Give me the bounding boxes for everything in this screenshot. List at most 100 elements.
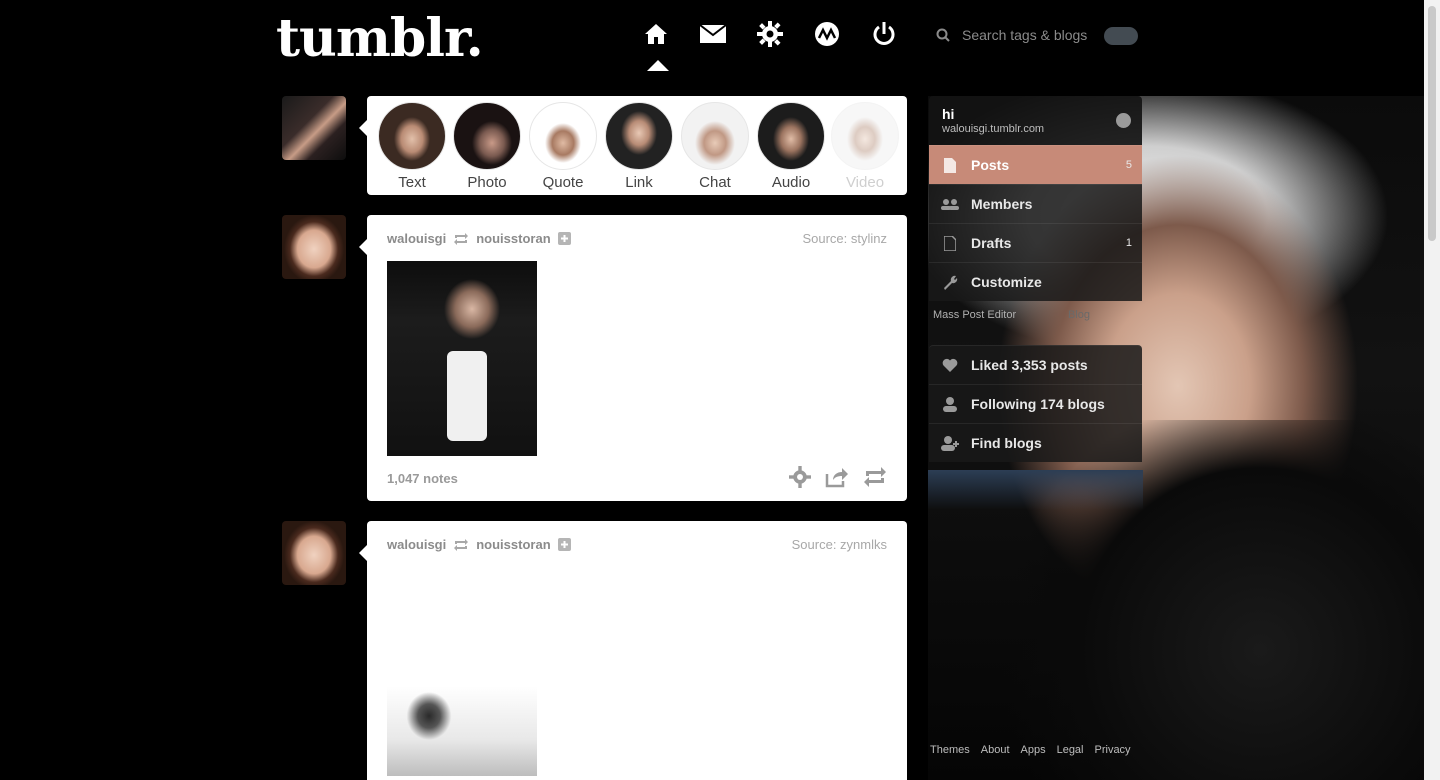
mass-post-editor-link[interactable]: Mass Post Editor [933, 309, 1016, 335]
page-scrollbar[interactable] [1424, 0, 1440, 780]
post-settings-gear-icon[interactable] [789, 466, 811, 488]
footer-link-legal[interactable]: Legal [1057, 744, 1084, 756]
post-type-label: Link [625, 174, 653, 191]
reblog-button-icon[interactable] [863, 466, 887, 488]
post-type-label: Photo [467, 174, 507, 191]
footer-link-privacy[interactable]: Privacy [1095, 744, 1131, 756]
post-type-photo[interactable]: Photo [453, 102, 521, 191]
avatar [529, 102, 597, 170]
search-toggle[interactable] [1104, 27, 1138, 45]
sidebar-item-label: Customize [971, 274, 1042, 290]
radar-icon[interactable] [811, 18, 843, 50]
top-nav [640, 18, 900, 50]
wrench-icon [941, 273, 959, 291]
user-avatar[interactable] [282, 96, 346, 160]
avatar [453, 102, 521, 170]
post-type-chat[interactable]: Chat [681, 102, 749, 191]
post-type-quote[interactable]: Quote [529, 102, 597, 191]
follow-plus-icon[interactable] [557, 232, 571, 245]
search-input[interactable] [960, 26, 1104, 44]
post-type-text[interactable]: Text [378, 102, 446, 191]
footer-link-themes[interactable]: Themes [930, 744, 970, 756]
bubble-arrow [359, 120, 367, 136]
post-type-label: Quote [542, 174, 584, 191]
post-author-avatar[interactable] [282, 215, 346, 279]
document-icon [941, 234, 959, 252]
sidebar-item-members[interactable]: Members [929, 184, 1142, 223]
post-type-bar: Text Photo Quote Link Chat Audio Video [367, 96, 907, 195]
post-source-link[interactable]: Source: stylinz [802, 231, 887, 246]
post-type-video[interactable]: Video [831, 102, 899, 191]
avatar [605, 102, 673, 170]
dashboard-post: walouisgi nouisstoran Source: zynmlks [367, 521, 907, 780]
photo-shirt [447, 351, 487, 441]
sidebar-item-find-blogs[interactable]: Find blogs [929, 423, 1142, 462]
reblog-icon [454, 232, 469, 245]
sidebar-item-label: Find blogs [971, 435, 1042, 451]
tumblr-logo[interactable]: tumblr. [276, 8, 484, 69]
bubble-arrow [359, 545, 367, 561]
post-author-link[interactable]: walouisgi [387, 231, 446, 246]
sidebar-item-label: Drafts [971, 235, 1012, 251]
gear-icon[interactable] [754, 18, 786, 50]
reblog-icon [454, 538, 469, 551]
search-icon [936, 28, 950, 42]
sidebar-item-label: Following 174 blogs [971, 396, 1105, 412]
home-icon[interactable] [640, 18, 672, 50]
sidebar-item-customize[interactable]: Customize [929, 262, 1142, 301]
sidebar-item-drafts[interactable]: Drafts 1 [929, 223, 1142, 262]
blog-link[interactable]: Blog [1068, 309, 1090, 335]
post-actions [789, 466, 887, 488]
mail-icon[interactable] [697, 18, 729, 50]
power-icon[interactable] [868, 18, 900, 50]
members-icon [941, 195, 959, 213]
chevron-down-icon[interactable] [1116, 113, 1131, 128]
post-type-link[interactable]: Link [605, 102, 673, 191]
post-author-link[interactable]: walouisgi [387, 537, 446, 552]
nav-active-caret [647, 60, 669, 71]
post-type-audio[interactable]: Audio [757, 102, 825, 191]
search-bar [936, 26, 1104, 44]
post-notes-count[interactable]: 1,047 notes [387, 471, 458, 486]
post-header: walouisgi nouisstoran [387, 231, 571, 246]
sidebar-item-following[interactable]: Following 174 blogs [929, 384, 1142, 423]
sidebar-item-label: Members [971, 196, 1033, 212]
scrollbar-thumb[interactable] [1428, 6, 1436, 241]
person-icon [941, 395, 959, 413]
document-icon [941, 156, 959, 174]
add-person-icon [941, 434, 959, 452]
dashboard-post: walouisgi nouisstoran Source: stylinz 1,… [367, 215, 907, 501]
blog-card[interactable]: hi walouisgi.tumblr.com [929, 96, 1142, 145]
sidebar-item-label: Liked 3,353 posts [971, 357, 1088, 373]
footer-link-about[interactable]: About [981, 744, 1010, 756]
sidebar-item-likes[interactable]: Liked 3,353 posts [929, 345, 1142, 384]
blog-url[interactable]: walouisgi.tumblr.com [942, 123, 1044, 135]
sidebar-item-count: 1 [1125, 237, 1132, 249]
blog-name[interactable]: hi [942, 106, 954, 122]
post-type-label: Text [398, 174, 426, 191]
sidebar-item-posts[interactable]: Posts 5 [929, 145, 1142, 184]
footer-link-apps[interactable]: Apps [1021, 744, 1046, 756]
follow-plus-icon[interactable] [557, 538, 571, 551]
post-header: walouisgi nouisstoran [387, 537, 571, 552]
reblogged-from-link[interactable]: nouisstoran [476, 537, 550, 552]
avatar [681, 102, 749, 170]
post-photo[interactable] [387, 686, 537, 776]
sidebar-item-count: 5 [1125, 159, 1132, 171]
avatar [831, 102, 899, 170]
post-source-link[interactable]: Source: zynmlks [792, 537, 887, 552]
share-icon[interactable] [825, 466, 849, 488]
avatar [757, 102, 825, 170]
footer-links: Themes About Apps Legal Privacy [930, 744, 1131, 756]
sidebar: hi walouisgi.tumblr.com Posts 5 Members … [929, 96, 1142, 462]
post-photo[interactable] [387, 261, 537, 456]
sidebar-fade [928, 470, 1143, 510]
post-type-label: Audio [771, 174, 811, 191]
sidebar-item-label: Posts [971, 157, 1010, 173]
post-type-label: Video [845, 174, 885, 191]
reblogged-from-link[interactable]: nouisstoran [476, 231, 550, 246]
post-type-label: Chat [699, 174, 731, 191]
post-author-avatar[interactable] [282, 521, 346, 585]
sidebar-sub-links: Mass Post Editor Blog [929, 301, 1142, 335]
bubble-arrow [359, 239, 367, 255]
